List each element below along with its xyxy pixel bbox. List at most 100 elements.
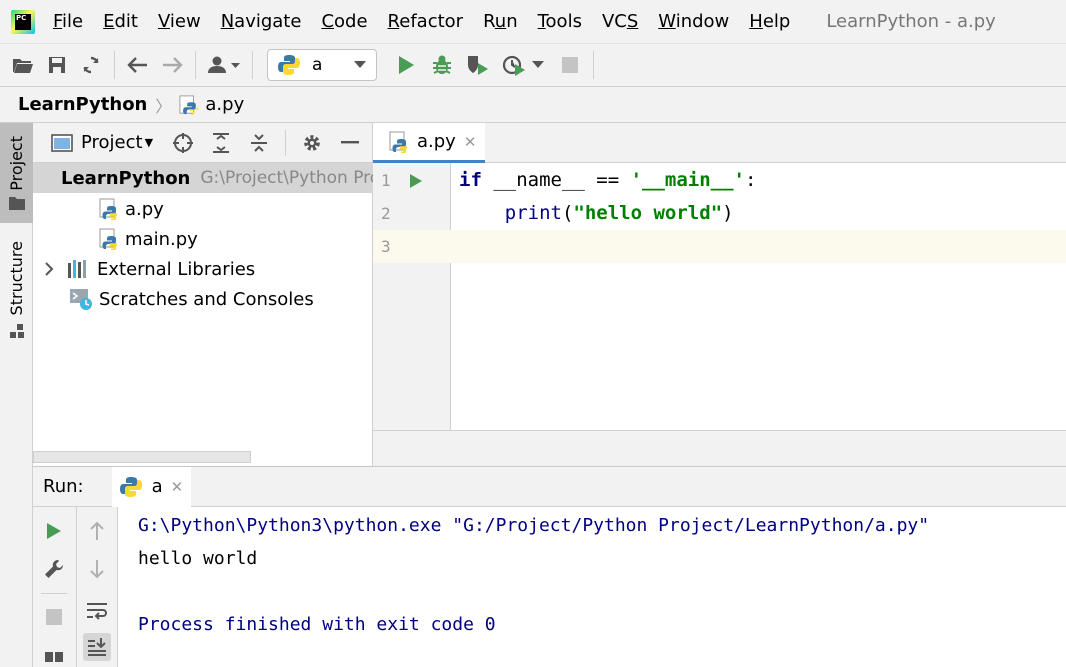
tree-item-label: main.py xyxy=(125,228,198,250)
tree-item-path: G:\Project\Python Project\LearnPython xyxy=(200,168,373,188)
python-file-icon xyxy=(179,94,199,115)
tree-item-label: Scratches and Consoles xyxy=(99,288,314,310)
pycharm-logo-icon: PC xyxy=(11,9,35,34)
project-tool-window: Project ▼ LearnPython G:\Project\Python … xyxy=(33,123,373,466)
run-with-coverage-icon[interactable] xyxy=(463,50,493,80)
menu-window[interactable]: Window xyxy=(658,11,729,32)
arrow-up-icon[interactable] xyxy=(83,517,111,545)
run-toolbar-right xyxy=(77,507,118,667)
more-run-options-chevron-icon[interactable] xyxy=(529,50,547,80)
user-dropdown-icon[interactable] xyxy=(204,50,244,80)
collapse-all-icon[interactable] xyxy=(247,131,271,155)
chevron-down-icon xyxy=(354,61,366,68)
stop-icon[interactable] xyxy=(40,603,68,631)
project-panel-header: Project ▼ xyxy=(33,123,372,163)
code-editor: a.py ✕ 1 2 3 if __name__ == '__main__': … xyxy=(373,123,1066,466)
profile-icon[interactable] xyxy=(499,50,529,80)
menu-file[interactable]: File xyxy=(53,11,83,32)
run-tab-a[interactable]: a ✕ xyxy=(111,466,192,507)
editor-gutter: 1 2 3 xyxy=(373,163,451,430)
expand-all-icon[interactable] xyxy=(209,131,233,155)
gear-icon[interactable] xyxy=(300,131,324,155)
code-area[interactable]: if __name__ == '__main__': print("hello … xyxy=(451,163,1066,430)
tree-item-external-libraries[interactable]: External Libraries xyxy=(33,254,373,284)
line-number: 3 xyxy=(381,237,391,256)
tree-item-label: a.py xyxy=(125,198,164,220)
sync-icon[interactable] xyxy=(76,50,106,80)
rerun-icon[interactable] xyxy=(40,517,68,545)
menu-vcs[interactable]: VCS xyxy=(602,11,638,32)
run-config-label: a xyxy=(312,55,323,75)
editor-bottom-strip xyxy=(373,430,1066,466)
python-file-icon xyxy=(278,55,300,75)
tree-item-project-root[interactable]: LearnPython G:\Project\Python Project\Le… xyxy=(33,163,373,193)
editor-tab-a-py[interactable]: a.py ✕ xyxy=(373,123,485,163)
horizontal-scrollbar[interactable] xyxy=(33,451,251,463)
run-panel-title: Run: xyxy=(43,476,84,497)
tool-tab-project-label: Project xyxy=(7,135,26,191)
layout-icon[interactable] xyxy=(40,641,68,667)
project-view-selector[interactable]: Project xyxy=(81,132,143,153)
tree-item-file-main[interactable]: main.py xyxy=(33,224,373,254)
close-icon[interactable]: ✕ xyxy=(171,478,184,496)
run-gutter-icon[interactable] xyxy=(409,173,423,189)
toolbar-separator xyxy=(593,51,594,79)
console-exit-line: Process finished with exit code 0 xyxy=(138,614,496,635)
chevron-down-icon[interactable]: ▼ xyxy=(145,136,153,149)
python-file-icon xyxy=(389,131,407,153)
code-line-2: print("hello world") xyxy=(504,202,734,224)
tree-item-label: External Libraries xyxy=(97,258,256,280)
menu-navigate[interactable]: Navigate xyxy=(221,11,302,32)
menu-view[interactable]: View xyxy=(158,11,201,32)
line-number: 2 xyxy=(381,204,391,223)
menu-help[interactable]: Help xyxy=(749,11,790,32)
header-separator xyxy=(285,129,287,156)
toolbar-separator xyxy=(114,51,115,79)
menu-bar: PC File Edit View Navigate Code Refactor Run To… xyxy=(0,0,1066,43)
open-folder-icon[interactable] xyxy=(8,50,38,80)
ide-window: PC File Edit View Navigate Code Refactor Run To… xyxy=(0,0,1066,667)
tree-item-label: LearnPython xyxy=(61,167,191,189)
forward-arrow-icon[interactable] xyxy=(157,50,187,80)
tool-tab-project[interactable]: Project xyxy=(0,123,33,223)
wrench-icon[interactable] xyxy=(40,555,68,583)
soft-wrap-icon[interactable] xyxy=(83,597,111,625)
debug-icon[interactable] xyxy=(427,50,457,80)
run-configuration-select[interactable]: a xyxy=(267,49,377,81)
back-arrow-icon[interactable] xyxy=(123,50,153,80)
project-view-icon xyxy=(51,133,73,152)
breadcrumb-file[interactable]: a.py xyxy=(205,94,244,115)
arrow-down-icon[interactable] xyxy=(83,555,111,583)
minimize-icon[interactable] xyxy=(338,131,362,155)
chevron-right-icon xyxy=(45,262,54,276)
console-command-line: G:\Python\Python3\python.exe "G:/Project… xyxy=(138,515,930,536)
save-all-icon[interactable] xyxy=(42,50,72,80)
console-output-line: hello world xyxy=(138,548,258,569)
menu-refactor[interactable]: Refactor xyxy=(388,11,464,32)
menu-tools[interactable]: Tools xyxy=(538,11,582,32)
run-icon[interactable] xyxy=(391,50,421,80)
close-icon[interactable]: ✕ xyxy=(464,133,477,151)
menu-items: File Edit View Navigate Code Refactor Run Tools… xyxy=(53,11,810,32)
run-panel-header: Run: a ✕ xyxy=(33,466,1066,507)
menu-code[interactable]: Code xyxy=(321,11,367,32)
scroll-to-end-icon[interactable] xyxy=(83,633,111,661)
locate-file-icon[interactable] xyxy=(171,131,195,155)
stop-icon[interactable] xyxy=(555,50,585,80)
run-tool-window: Run: a ✕ G:\Python\Python3\python.exe "G… xyxy=(33,466,1066,667)
library-icon xyxy=(68,260,86,278)
tool-tab-structure-label: Structure xyxy=(7,240,26,316)
structure-icon xyxy=(9,324,24,339)
breadcrumb-project[interactable]: LearnPython xyxy=(18,94,147,115)
console-output[interactable]: G:\Python\Python3\python.exe "G:/Project… xyxy=(138,507,1066,667)
main-toolbar: a xyxy=(0,43,1066,87)
menu-run[interactable]: Run xyxy=(483,11,518,32)
tree-item-file-a[interactable]: a.py xyxy=(33,194,373,224)
toolbar-separator xyxy=(252,51,253,79)
tree-item-scratches[interactable]: Scratches and Consoles xyxy=(33,284,373,314)
window-title: LearnPython - a.py xyxy=(826,11,996,32)
menu-edit[interactable]: Edit xyxy=(103,11,138,32)
code-line-1: if __name__ == '__main__': xyxy=(459,169,757,191)
tool-tab-structure[interactable]: Structure xyxy=(0,235,33,345)
current-line-highlight xyxy=(451,230,1066,263)
